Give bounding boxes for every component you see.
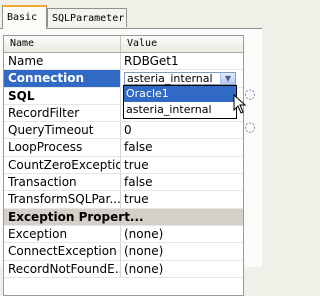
connection-combobox[interactable]: asteria_internal ▼ <box>124 72 236 86</box>
property-row[interactable]: TransformSQLPar... true <box>4 191 243 209</box>
dropdown-option[interactable]: asteria_internal <box>124 102 236 118</box>
dropdown-option[interactable]: Oracle1 <box>124 86 236 102</box>
ellipsis-icon[interactable]: ◌ <box>243 121 257 135</box>
properties-panel: Name Value Name RDBGet1 Connection aster… <box>0 28 262 296</box>
property-value[interactable]: (none) <box>121 226 243 242</box>
property-name: Name <box>4 53 121 70</box>
tab-sqlparameter[interactable]: SQLParameter <box>47 8 127 27</box>
mouse-pointer-icon <box>233 94 247 114</box>
header-value[interactable]: Value <box>121 36 157 52</box>
property-name: RecordFilter <box>4 104 121 122</box>
property-row[interactable]: CountZeroException true <box>4 156 243 175</box>
property-row[interactable]: QueryTimeout 0 <box>4 122 243 140</box>
property-row[interactable]: ConnectException (none) <box>4 243 243 261</box>
property-value[interactable]: false <box>121 139 243 155</box>
property-row[interactable]: Exception (none) <box>4 225 243 244</box>
property-name: QueryTimeout <box>4 122 121 139</box>
property-value[interactable]: false <box>121 174 243 190</box>
tab-basic[interactable]: Basic <box>2 5 47 29</box>
property-value[interactable]: 0 <box>121 122 243 138</box>
property-name: CountZeroException <box>4 156 121 174</box>
section-title: Exception Propert... <box>8 209 144 224</box>
property-value[interactable]: (none) <box>121 243 243 259</box>
property-row[interactable]: Name RDBGet1 <box>4 53 243 71</box>
property-value[interactable]: (none) <box>121 261 243 277</box>
property-name: Connection <box>4 70 121 87</box>
property-value[interactable]: true <box>121 191 243 207</box>
property-name: Exception <box>4 225 121 243</box>
property-value[interactable]: RDBGet1 <box>121 53 243 69</box>
tab-bar: Basic SQLParameter <box>0 0 262 30</box>
property-row[interactable]: Transaction false <box>4 174 243 192</box>
property-row[interactable]: RecordNotFoundE... (none) <box>4 260 243 278</box>
section-header-exception[interactable]: Exception Propert... <box>4 208 243 226</box>
chevron-down-icon[interactable]: ▼ <box>220 73 235 85</box>
property-name: RecordNotFoundE... <box>4 260 121 277</box>
property-grid: Name Value Name RDBGet1 Connection aster… <box>3 35 244 296</box>
property-name: LoopProcess <box>4 139 121 156</box>
property-row[interactable]: LoopProcess false <box>4 139 243 157</box>
property-name: ConnectException <box>4 243 121 260</box>
property-name: Transaction <box>4 174 121 191</box>
grid-header: Name Value <box>4 36 243 53</box>
property-value[interactable]: true <box>121 157 243 173</box>
connection-dropdown-list: Oracle1 asteria_internal <box>123 85 237 119</box>
property-name: SQL <box>4 87 121 104</box>
combobox-value: asteria_internal <box>127 72 213 86</box>
header-name[interactable]: Name <box>4 36 121 52</box>
property-name: TransformSQLPar... <box>4 191 121 208</box>
